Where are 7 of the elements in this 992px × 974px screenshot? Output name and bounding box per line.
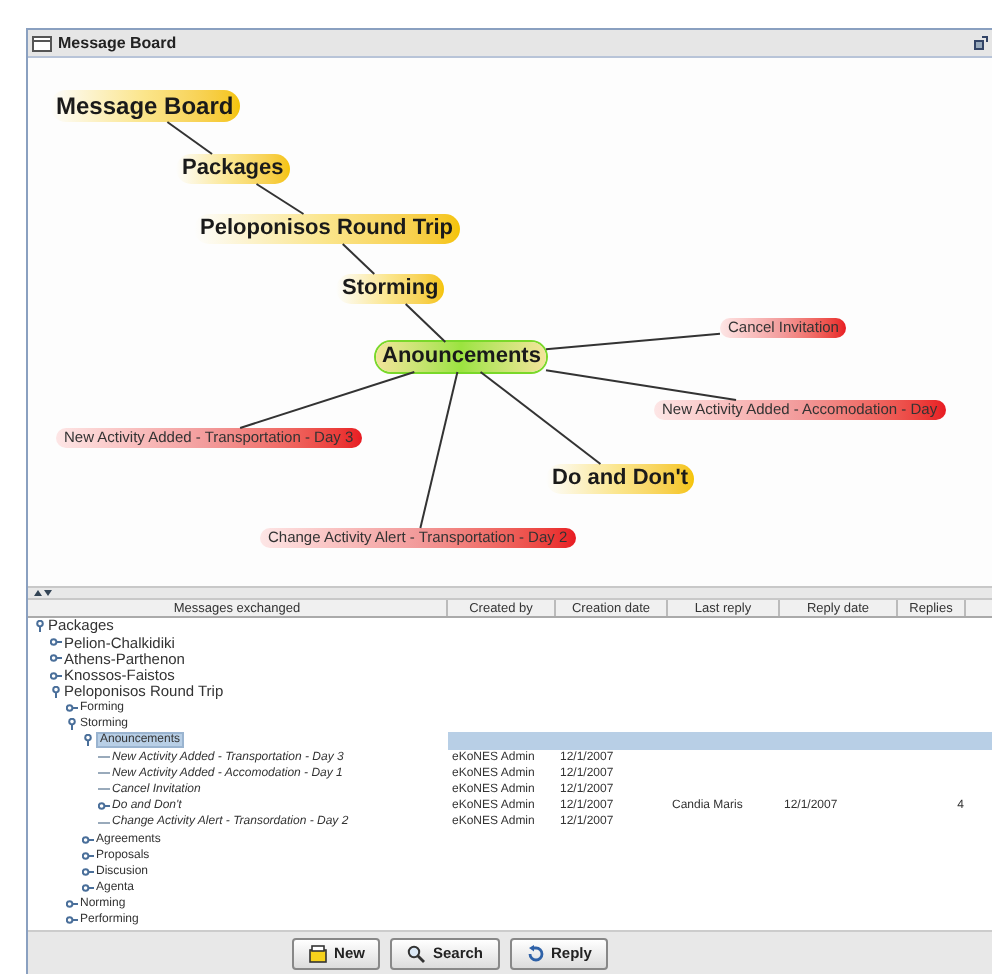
topic-node[interactable]: Do and Don't	[546, 464, 694, 494]
topic-node[interactable]: Anouncements	[376, 342, 547, 372]
topic-node[interactable]: Storming	[336, 274, 445, 304]
window-title: Message Board	[58, 31, 177, 55]
topic-node[interactable]: Peloponisos Round Trip	[194, 214, 459, 244]
topic-node[interactable]: Message Board	[50, 90, 240, 122]
topic-node[interactable]: Packages	[176, 154, 290, 184]
